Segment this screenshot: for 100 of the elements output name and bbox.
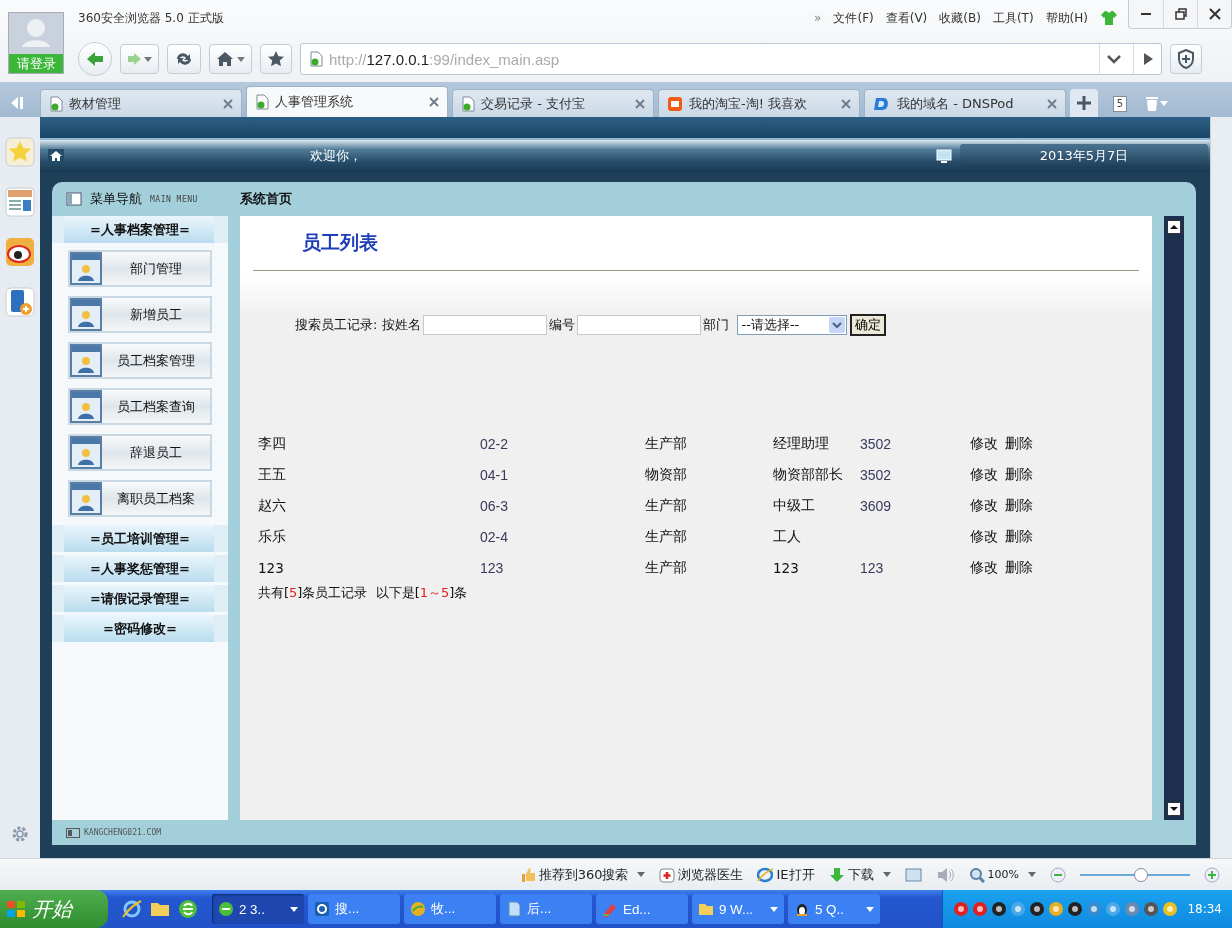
action-link[interactable]: 修改 bbox=[970, 558, 998, 577]
menu-section[interactable]: =人事档案管理= bbox=[52, 216, 228, 243]
page-heading: 员工列表 bbox=[302, 230, 378, 255]
menu-item[interactable]: 收藏(B) bbox=[939, 9, 981, 27]
slider-thumb[interactable] bbox=[1133, 867, 1148, 882]
zoom-out-button[interactable] bbox=[1050, 866, 1066, 883]
close-icon[interactable] bbox=[635, 98, 645, 109]
menu-item[interactable]: 文件(F) bbox=[833, 9, 874, 27]
zoom-button[interactable]: 100% bbox=[968, 866, 1036, 883]
download-arrow-icon bbox=[828, 866, 845, 883]
status-button[interactable]: 推荐到360搜索 bbox=[519, 865, 646, 884]
tray-icon[interactable] bbox=[1067, 901, 1084, 917]
taskbar-button[interactable]: 牧... bbox=[404, 894, 496, 924]
table-cell: 李四 bbox=[258, 434, 286, 453]
menu-item[interactable]: 帮助(H) bbox=[1045, 9, 1088, 27]
menu-section[interactable]: =密码修改= bbox=[52, 615, 228, 642]
scrollbar[interactable] bbox=[1210, 117, 1232, 858]
confirm-button[interactable]: 确定 bbox=[849, 314, 886, 336]
menu-item[interactable]: 新增员工 bbox=[68, 296, 212, 333]
taskbar-button[interactable]: 2 3.. bbox=[212, 894, 304, 924]
window-icon[interactable] bbox=[904, 866, 923, 883]
action-link[interactable]: 删除 bbox=[1005, 496, 1033, 515]
code-field[interactable] bbox=[576, 315, 701, 335]
thumbs-up-icon bbox=[519, 866, 536, 883]
status-button[interactable]: 下载 bbox=[828, 865, 891, 884]
tray-icon[interactable] bbox=[1029, 901, 1046, 917]
browser-tab[interactable]: 教材管理 bbox=[40, 89, 242, 117]
department-label: 部门 bbox=[702, 316, 729, 334]
taskbar-button[interactable]: 搜... bbox=[308, 894, 400, 924]
table-cell: 生产部 bbox=[645, 527, 687, 546]
zoom-in-button[interactable] bbox=[1204, 866, 1220, 883]
taskbar-button[interactable]: 9 W... bbox=[692, 894, 784, 924]
action-link[interactable]: 修改 bbox=[970, 434, 998, 453]
tray-icon[interactable] bbox=[991, 901, 1008, 917]
menu-item[interactable]: 部门管理 bbox=[68, 250, 212, 287]
chevron-down-icon bbox=[1106, 54, 1121, 64]
menu-panel-icon bbox=[66, 192, 82, 206]
tab-count-button[interactable]: 5 bbox=[1102, 89, 1134, 117]
scroll-down-icon[interactable] bbox=[1167, 802, 1181, 816]
browser-tab[interactable]: 我的域名 - DNSPod bbox=[864, 89, 1066, 117]
shield-button[interactable] bbox=[1170, 44, 1202, 74]
home-icon[interactable] bbox=[48, 149, 64, 163]
action-link[interactable]: 删除 bbox=[1005, 434, 1033, 453]
menu-item[interactable]: 工具(T) bbox=[992, 9, 1034, 27]
user-card-icon bbox=[70, 344, 102, 377]
name-field[interactable] bbox=[422, 315, 547, 335]
menu-item[interactable]: 员工档案管理 bbox=[68, 342, 212, 379]
browser-tab[interactable]: 人事管理系统 bbox=[246, 86, 448, 117]
close-icon[interactable] bbox=[841, 98, 851, 109]
menu-section[interactable]: =员工培训管理= bbox=[52, 525, 228, 552]
menu-item[interactable]: 员工档案查询 bbox=[68, 388, 212, 425]
settings-icon[interactable] bbox=[10, 824, 30, 844]
user-card-icon bbox=[70, 252, 102, 285]
medical-kit-icon bbox=[659, 866, 676, 883]
news-icon[interactable] bbox=[5, 187, 35, 217]
close-icon[interactable] bbox=[223, 98, 233, 109]
close-icon[interactable] bbox=[1047, 98, 1057, 109]
new-tab-button[interactable] bbox=[1070, 89, 1098, 117]
magnifier-icon bbox=[968, 866, 985, 883]
action-link[interactable]: 修改 bbox=[970, 496, 998, 515]
tray-icon[interactable] bbox=[972, 901, 989, 917]
menu-section[interactable]: =人事奖惩管理= bbox=[52, 555, 228, 582]
refresh-button[interactable] bbox=[167, 44, 201, 74]
table-cell: 02-4 bbox=[480, 528, 509, 545]
eye-icon[interactable] bbox=[5, 237, 35, 267]
close-icon[interactable] bbox=[429, 97, 439, 107]
status-button[interactable]: 浏览器医生 bbox=[659, 865, 744, 884]
taskbar-button[interactable]: 5 Q.. bbox=[788, 894, 880, 924]
taskbar-button[interactable]: Ed... bbox=[596, 894, 688, 924]
scroll-up-icon[interactable] bbox=[1167, 220, 1181, 234]
address-bar[interactable]: http://127.0.0.1:99/index_main.asp bbox=[300, 43, 1162, 75]
action-link[interactable]: 删除 bbox=[1005, 527, 1033, 546]
table-cell: 123 bbox=[860, 559, 884, 576]
status-button[interactable]: IE打开 bbox=[757, 865, 815, 884]
shirt-icon[interactable] bbox=[1100, 10, 1118, 26]
page-icon bbox=[49, 95, 63, 112]
browser-tab[interactable]: 交易记录 - 支付宝 bbox=[452, 89, 654, 117]
menu-section[interactable]: =请假记录管理= bbox=[52, 585, 228, 612]
tray-icon[interactable] bbox=[953, 901, 970, 917]
menu-item[interactable]: 离职员工档案 bbox=[68, 480, 212, 517]
menu-item[interactable]: 辞退员工 bbox=[68, 434, 212, 471]
clock: 18:34 bbox=[1187, 902, 1222, 916]
taskbar-button[interactable]: 后... bbox=[500, 894, 592, 924]
table-cell: 06-3 bbox=[480, 497, 509, 514]
action-link[interactable]: 修改 bbox=[970, 527, 998, 546]
action-link[interactable]: 修改 bbox=[970, 465, 998, 484]
phone-icon[interactable] bbox=[5, 287, 35, 317]
tray-icon[interactable] bbox=[1143, 901, 1160, 917]
browser-tab[interactable]: 我的淘宝-淘! 我喜欢 bbox=[658, 89, 860, 117]
action-link[interactable]: 删除 bbox=[1005, 558, 1033, 577]
table-cell: 3502 bbox=[860, 435, 892, 452]
speaker-icon[interactable] bbox=[936, 866, 955, 883]
menu-item[interactable]: 查看(V) bbox=[885, 9, 928, 27]
home-button[interactable] bbox=[209, 44, 252, 74]
scrollbar[interactable] bbox=[1164, 216, 1184, 820]
back-button[interactable] bbox=[78, 42, 112, 76]
favorite-button[interactable] bbox=[260, 44, 292, 74]
department-select[interactable]: --请选择-- bbox=[736, 315, 847, 335]
action-link[interactable]: 删除 bbox=[1005, 465, 1033, 484]
overflow-chevron[interactable]: » bbox=[814, 11, 822, 25]
